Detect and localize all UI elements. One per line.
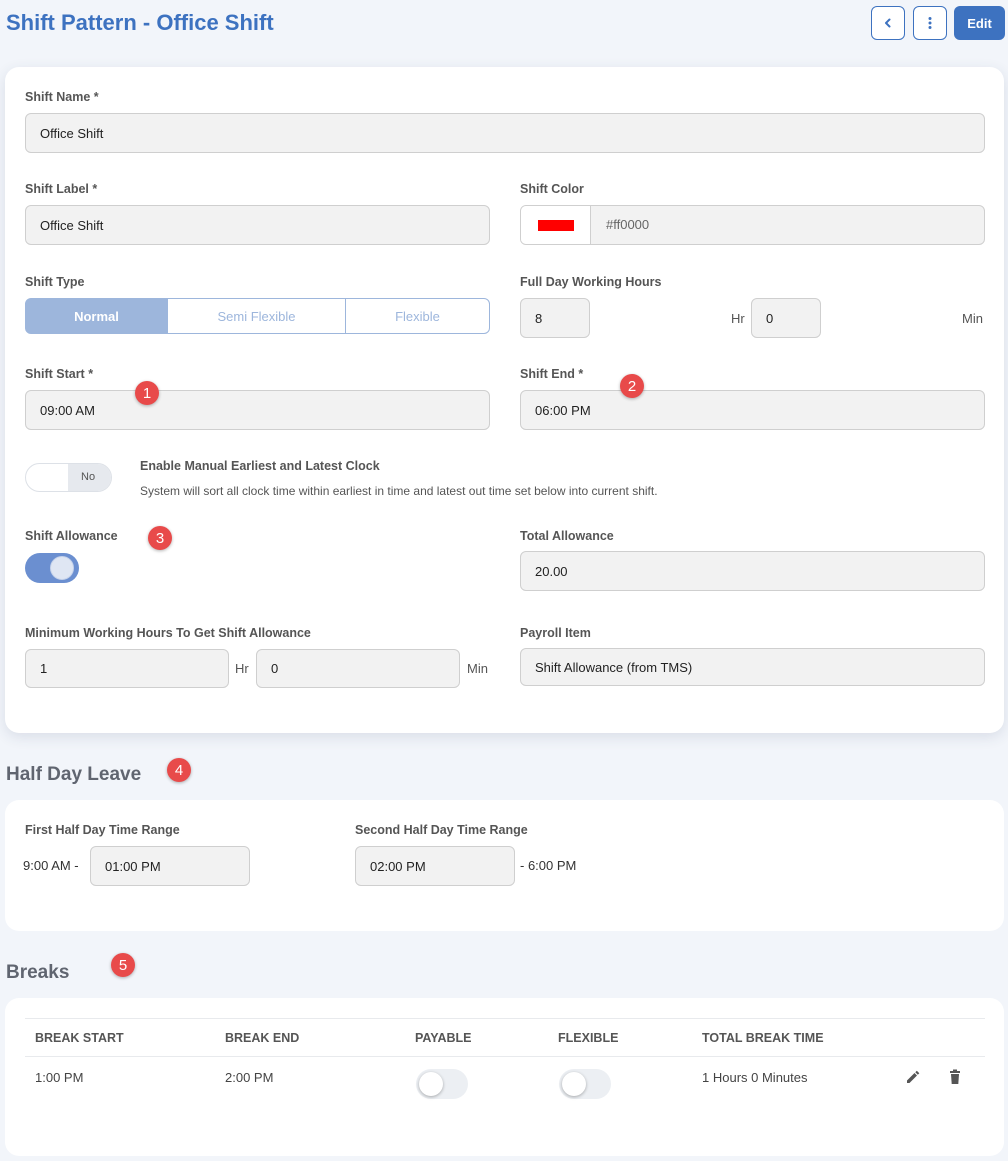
full-day-min-unit: Min [962, 311, 983, 326]
break-start-cell: 1:00 PM [35, 1070, 84, 1085]
min-working-hr-unit: Hr [235, 661, 249, 676]
manual-clock-description: System will sort all clock time within e… [140, 484, 658, 498]
shift-name-label: Shift Name * [25, 90, 99, 104]
shift-color-label: Shift Color [520, 182, 584, 196]
shift-name-input[interactable]: Office Shift [25, 113, 985, 153]
column-header-break-end: BREAK END [225, 1031, 300, 1045]
first-half-start: 9:00 AM - [23, 858, 79, 873]
trash-icon [950, 1069, 960, 1084]
color-swatch-box[interactable] [521, 206, 591, 244]
annotation-marker-3: 3 [148, 526, 172, 550]
payable-toggle[interactable] [416, 1069, 468, 1099]
full-day-hours-input[interactable]: 8 [520, 298, 590, 338]
delete-break-button[interactable] [946, 1068, 964, 1086]
annotation-marker-1: 1 [135, 381, 159, 405]
annotation-marker-5: 5 [111, 953, 135, 977]
page-title: Shift Pattern - Office Shift [6, 10, 274, 35]
break-end-cell: 2:00 PM [225, 1070, 274, 1085]
kebab-menu-icon [928, 17, 932, 29]
second-half-end: - 6:00 PM [520, 858, 577, 873]
manual-clock-toggle[interactable]: No [25, 463, 112, 492]
annotation-marker-4: 4 [167, 758, 191, 782]
shift-type-normal[interactable]: Normal [25, 298, 168, 334]
min-working-min-unit: Min [467, 661, 488, 676]
full-day-hours-label: Full Day Working Hours [520, 275, 662, 289]
min-working-minutes-input[interactable]: 0 [256, 649, 460, 688]
back-button[interactable] [871, 6, 905, 40]
min-working-hours-label: Minimum Working Hours To Get Shift Allow… [25, 626, 311, 640]
more-options-button[interactable] [913, 6, 947, 40]
flexible-toggle[interactable] [559, 1069, 611, 1099]
payroll-item-select[interactable]: Shift Allowance (from TMS) [520, 648, 985, 686]
column-header-total-break-time: TOTAL BREAK TIME [702, 1031, 824, 1045]
full-day-minutes-input[interactable]: 0 [751, 298, 821, 338]
toggle-knob [50, 556, 74, 580]
total-allowance-input[interactable]: 20.00 [520, 551, 985, 591]
color-swatch [538, 220, 574, 231]
column-header-break-start: BREAK START [35, 1031, 124, 1045]
toggle-knob [562, 1072, 586, 1096]
manual-clock-title: Enable Manual Earliest and Latest Clock [140, 459, 380, 473]
shift-color-picker[interactable]: #ff0000 [520, 205, 985, 245]
payroll-item-label: Payroll Item [520, 626, 591, 640]
shift-start-label: Shift Start * [25, 367, 94, 381]
toggle-knob [419, 1072, 443, 1096]
shift-type-flexible[interactable]: Flexible [345, 298, 490, 334]
column-header-flexible: FLEXIBLE [558, 1031, 619, 1045]
table-header-divider [25, 1056, 985, 1057]
first-half-end-input[interactable]: 01:00 PM [90, 846, 250, 886]
min-working-hours-input[interactable]: 1 [25, 649, 229, 688]
column-header-payable: PAYABLE [415, 1031, 472, 1045]
shift-type-label: Shift Type [25, 275, 85, 289]
half-day-leave-title: Half Day Leave [6, 764, 142, 785]
second-half-start-input[interactable]: 02:00 PM [355, 846, 515, 886]
shift-allowance-label: Shift Allowance [25, 529, 118, 543]
chevron-left-icon [885, 18, 891, 28]
shift-end-input[interactable]: 06:00 PM [520, 390, 985, 430]
manual-clock-toggle-text: No [81, 471, 96, 483]
full-day-hr-unit: Hr [731, 311, 745, 326]
annotation-marker-2: 2 [620, 374, 644, 398]
total-break-time-cell: 1 Hours 0 Minutes [702, 1070, 808, 1085]
pencil-icon [907, 1070, 920, 1083]
shift-type-semi-flexible[interactable]: Semi Flexible [167, 298, 346, 334]
shift-end-label: Shift End * [520, 367, 584, 381]
shift-label-label: Shift Label * [25, 182, 98, 196]
table-top-divider [25, 1018, 985, 1019]
edit-button[interactable]: Edit [954, 6, 1005, 40]
breaks-card [5, 998, 1004, 1156]
shift-allowance-toggle[interactable] [25, 553, 79, 583]
shift-color-value: #ff0000 [606, 217, 650, 232]
breaks-title: Breaks [6, 962, 70, 983]
first-half-label: First Half Day Time Range [25, 823, 180, 837]
shift-label-input[interactable]: Office Shift [25, 205, 490, 245]
shift-start-input[interactable]: 09:00 AM [25, 390, 490, 430]
edit-break-button[interactable] [904, 1068, 922, 1086]
second-half-label: Second Half Day Time Range [355, 823, 528, 837]
total-allowance-label: Total Allowance [520, 529, 614, 543]
